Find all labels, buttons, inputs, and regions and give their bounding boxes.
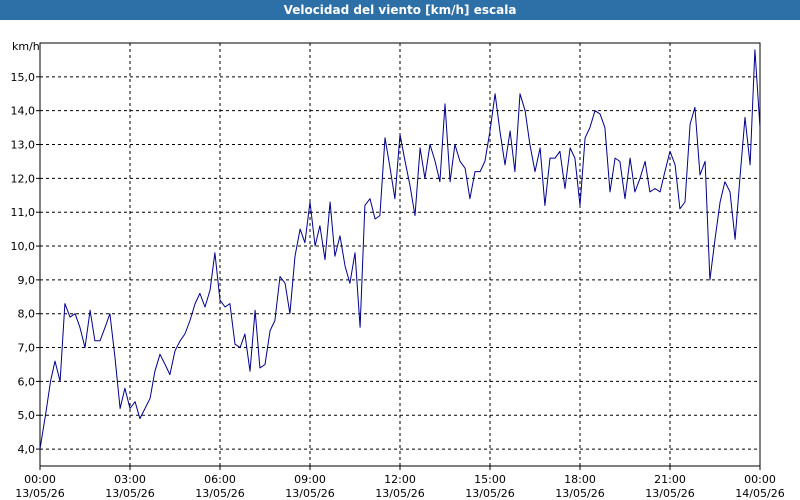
x-axis-ticks: 00:0013/05/2603:0013/05/2606:0013/05/260… xyxy=(15,466,785,500)
y-tick-label: 14,0 xyxy=(11,105,36,118)
x-tick-date: 13/05/26 xyxy=(375,487,424,500)
x-tick-date: 13/05/26 xyxy=(465,487,514,500)
x-tick-time: 15:00 xyxy=(474,473,506,486)
x-tick-time: 12:00 xyxy=(384,473,416,486)
x-tick-date: 13/05/26 xyxy=(285,487,334,500)
y-tick-label: 4,0 xyxy=(18,443,36,456)
y-tick-label: 12,0 xyxy=(11,172,36,185)
y-tick-label: 10,0 xyxy=(11,240,36,253)
chart-window: Velocidad del viento [km/h] escala km/h … xyxy=(0,0,800,500)
wind-speed-chart: km/h 4,0 5,0 6,0 7,0 8,0 9,0 10,0 11,0 12,0 13,0 1… xyxy=(11,40,785,500)
y-tick-label: 5,0 xyxy=(18,409,36,422)
y-tick-label: 13,0 xyxy=(11,139,36,152)
x-tick-date: 13/05/26 xyxy=(105,487,154,500)
x-tick-time: 03:00 xyxy=(114,473,146,486)
x-tick-time: 21:00 xyxy=(654,473,686,486)
x-tick-date: 14/05/26 xyxy=(735,487,784,500)
x-tick-time: 09:00 xyxy=(294,473,326,486)
x-tick-time: 06:00 xyxy=(204,473,236,486)
y-tick-label: 6,0 xyxy=(18,375,36,388)
x-tick-date: 13/05/26 xyxy=(195,487,244,500)
y-axis-ticks: 4,0 5,0 6,0 7,0 8,0 9,0 10,0 11,0 12,0 13,0 14,0 15… xyxy=(11,71,40,456)
x-tick-date: 13/05/26 xyxy=(645,487,694,500)
x-tick-date: 13/05/26 xyxy=(15,487,64,500)
x-tick-time: 00:00 xyxy=(744,473,776,486)
y-tick-label: 15,0 xyxy=(11,71,36,84)
y-tick-label: 7,0 xyxy=(18,342,36,355)
x-tick-time: 18:00 xyxy=(564,473,596,486)
y-tick-label: 11,0 xyxy=(11,206,36,219)
y-axis-label: km/h xyxy=(12,40,40,53)
x-tick-date: 13/05/26 xyxy=(555,487,604,500)
chart-title: Velocidad del viento [km/h] escala xyxy=(0,0,800,20)
x-tick-time: 00:00 xyxy=(24,473,56,486)
y-tick-label: 9,0 xyxy=(18,274,36,287)
y-tick-label: 8,0 xyxy=(18,308,36,321)
